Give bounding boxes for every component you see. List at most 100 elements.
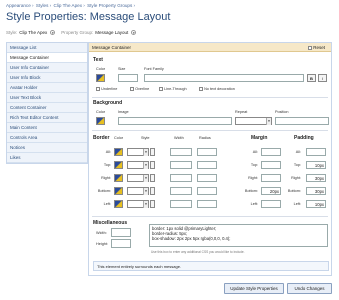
extra-css-note: Use this box to enter any additional CSS… xyxy=(151,250,245,254)
bg-position-label: Position xyxy=(275,110,289,114)
border-bottom-color-swatch[interactable] xyxy=(114,187,123,195)
extra-css-textarea[interactable]: border: 1px solid @primaryLighter; borde… xyxy=(149,224,328,247)
chevron-down-icon[interactable]: ▾ xyxy=(50,30,56,35)
padding-all-label: All: xyxy=(295,150,301,154)
border-right-style-toggle[interactable] xyxy=(150,174,155,182)
padding-section-title: Padding xyxy=(294,135,314,141)
page-title: Style Properties: Message Layout xyxy=(6,11,171,23)
reset-control[interactable]: Reset xyxy=(308,43,325,52)
breadcrumb-styles[interactable]: Styles › xyxy=(36,3,51,8)
sidebar-item-message-list[interactable]: Message List xyxy=(7,43,87,53)
bg-repeat-select[interactable]: ▼ xyxy=(235,117,272,125)
border-right-radius-input[interactable] xyxy=(197,174,217,182)
margin-top-input[interactable] xyxy=(261,161,281,169)
bg-color-swatch[interactable] xyxy=(96,117,105,125)
line-through-checkbox[interactable] xyxy=(159,87,163,91)
overline-option[interactable]: Overline xyxy=(130,87,149,91)
sidebar-item-user-info-block[interactable]: User Info Block xyxy=(7,73,87,83)
bold-button[interactable]: B xyxy=(307,74,316,82)
italic-button[interactable]: I xyxy=(318,74,327,82)
bg-position-input[interactable] xyxy=(275,117,329,125)
border-left-style-select[interactable]: ▼ xyxy=(127,200,149,208)
border-top-radius-input[interactable] xyxy=(197,161,217,169)
width-input[interactable] xyxy=(111,228,131,237)
text-size-label: Size xyxy=(118,67,126,71)
border-all-radius-input[interactable] xyxy=(197,148,217,156)
padding-right-input[interactable]: 30px xyxy=(306,174,326,182)
padding-bottom-input[interactable]: 30px xyxy=(306,187,326,195)
padding-bottom-label: Bottom: xyxy=(287,189,301,193)
reset-checkbox[interactable] xyxy=(308,45,313,50)
border-left-width-input[interactable] xyxy=(170,200,192,208)
sidebar-item-controls-area[interactable]: Controls Area xyxy=(7,133,87,143)
undo-changes-button[interactable]: Undo Changes xyxy=(287,283,332,294)
border-bottom-style-toggle[interactable] xyxy=(150,187,155,195)
no-decoration-checkbox[interactable] xyxy=(199,87,203,91)
misc-section-title: Miscellaneous xyxy=(93,220,128,226)
sidebar-item-message-container[interactable]: Message Container xyxy=(7,53,87,63)
underline-option[interactable]: Underline xyxy=(96,87,117,91)
no-decoration-option[interactable]: No text decoration xyxy=(199,87,235,91)
panel-title: Message Container xyxy=(92,45,132,50)
chevron-down-icon[interactable]: ▾ xyxy=(131,30,137,35)
chevron-down-icon: ▼ xyxy=(143,201,148,208)
bg-color-label: Color xyxy=(96,110,106,114)
group-value[interactable]: Message Layout xyxy=(95,30,128,35)
border-all-width-input[interactable] xyxy=(170,148,192,156)
sidebar-item-notices[interactable]: Notices xyxy=(7,143,87,153)
border-all-style-toggle[interactable] xyxy=(150,148,155,156)
margin-right-input[interactable] xyxy=(261,174,281,182)
underline-checkbox[interactable] xyxy=(96,87,100,91)
border-left-color-swatch[interactable] xyxy=(114,200,123,208)
border-all-color-swatch[interactable] xyxy=(114,148,123,156)
sidebar-item-content-container[interactable]: Content Container xyxy=(7,103,87,113)
sidebar-item-user-info-container[interactable]: User Info Container xyxy=(7,63,87,73)
line-through-option[interactable]: Line-Through xyxy=(159,87,187,91)
no-decoration-label: No text decoration xyxy=(204,87,235,91)
padding-top-label: Top: xyxy=(293,163,301,167)
border-top-style-toggle[interactable] xyxy=(150,161,155,169)
breadcrumb-property-groups[interactable]: Style Property Groups › xyxy=(87,3,135,8)
bg-repeat-label: Repeat xyxy=(235,110,248,114)
breadcrumb-appearance[interactable]: Appearance › xyxy=(6,3,34,8)
border-bottom-width-input[interactable] xyxy=(170,187,192,195)
margin-left-input[interactable] xyxy=(261,200,281,208)
sidebar-item-main-content[interactable]: Main Content xyxy=(7,123,87,133)
border-left-radius-input[interactable] xyxy=(197,200,217,208)
border-top-style-select[interactable]: ▼ xyxy=(127,161,149,169)
sidebar-item-rich-text-editor[interactable]: Rich Text Editor Content xyxy=(7,113,87,123)
margin-left-label: Left: xyxy=(250,202,258,206)
font-family-input[interactable] xyxy=(144,74,304,82)
reset-label: Reset xyxy=(313,45,325,50)
divider xyxy=(92,216,328,217)
border-left-label: Left: xyxy=(103,202,111,206)
padding-top-input[interactable]: 10px xyxy=(306,161,326,169)
overline-checkbox[interactable] xyxy=(130,87,134,91)
chevron-down-icon: ▼ xyxy=(143,149,148,156)
text-color-swatch[interactable] xyxy=(96,74,105,82)
style-label: Style: xyxy=(6,30,18,35)
height-input[interactable] xyxy=(111,239,131,248)
border-right-color-swatch[interactable] xyxy=(114,174,123,182)
padding-all-input[interactable] xyxy=(306,148,326,156)
chevron-down-icon: ▼ xyxy=(266,118,271,125)
breadcrumb-style[interactable]: Clip The Apex › xyxy=(53,3,84,8)
text-size-input[interactable] xyxy=(118,74,138,82)
border-bottom-style-select[interactable]: ▼ xyxy=(127,187,149,195)
border-top-width-input[interactable] xyxy=(170,161,192,169)
border-top-color-swatch[interactable] xyxy=(114,161,123,169)
margin-bottom-input[interactable]: 20px xyxy=(261,187,281,195)
sidebar-item-likes[interactable]: Likes xyxy=(7,153,87,163)
border-right-style-select[interactable]: ▼ xyxy=(127,174,149,182)
padding-left-input[interactable]: 10px xyxy=(306,200,326,208)
border-left-style-toggle[interactable] xyxy=(150,200,155,208)
style-value[interactable]: Clip The Apex xyxy=(19,30,47,35)
sidebar-item-avatar-holder[interactable]: Avatar Holder xyxy=(7,83,87,93)
border-right-width-input[interactable] xyxy=(170,174,192,182)
margin-all-input[interactable] xyxy=(261,148,281,156)
bg-image-input[interactable] xyxy=(118,117,232,125)
sidebar-item-user-text-block[interactable]: User Text Block xyxy=(7,93,87,103)
border-all-style-select[interactable]: ▼ xyxy=(127,148,149,156)
border-bottom-radius-input[interactable] xyxy=(197,187,217,195)
update-style-properties-button[interactable]: Update Style Properties xyxy=(224,283,284,294)
